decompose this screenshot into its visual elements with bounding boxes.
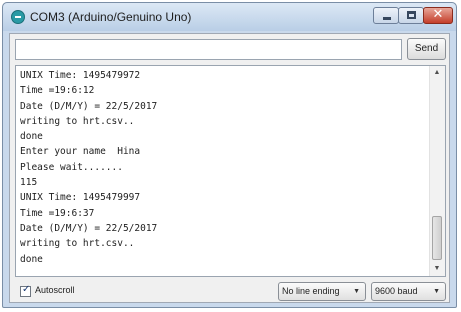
title-bar[interactable]: COM3 (Arduino/Genuino Uno) ✕ [3, 3, 456, 31]
arduino-icon [11, 10, 25, 24]
output-line: Date (D/M/Y) = 22/5/2017 [20, 222, 158, 234]
send-input[interactable] [15, 39, 402, 60]
output-line: Enter your name Hina [20, 146, 141, 158]
scroll-down-icon[interactable]: ▼ [430, 262, 444, 276]
output-lines: UNIX Time: 1495479972 Time =19:6:12 Date (… [20, 68, 157, 267]
maximize-icon [407, 11, 416, 19]
output-line: UNIX Time: 1495479997 [20, 192, 141, 204]
line-ending-value: No line ending [282, 286, 340, 296]
output-line: done [20, 131, 43, 143]
serial-output[interactable]: UNIX Time: 1495479972 Time =19:6:12 Date (… [15, 65, 446, 277]
chevron-down-icon: ▼ [353, 288, 360, 295]
output-line: Date (D/M/Y) = 22/5/2017 [20, 100, 158, 112]
output-line: writing to hrt.csv.. [20, 115, 135, 127]
minimize-button[interactable] [373, 7, 399, 24]
close-button[interactable]: ✕ [423, 7, 453, 24]
output-line: Please wait....... [20, 161, 123, 173]
maximize-button[interactable] [398, 7, 424, 24]
minimize-icon [383, 17, 391, 20]
scroll-up-icon[interactable]: ▲ [430, 66, 444, 80]
checkmark-icon: ✓ [22, 284, 31, 295]
baud-rate-select[interactable]: 9600 baud ▼ [371, 282, 446, 301]
output-line: writing to hrt.csv.. [20, 238, 135, 250]
close-icon: ✕ [432, 7, 444, 22]
output-line: 115 [20, 177, 38, 189]
serial-monitor-window: COM3 (Arduino/Genuino Uno) ✕ Send UNIX T… [2, 2, 457, 308]
output-line: done [20, 253, 43, 265]
autoscroll-label: Autoscroll [35, 285, 75, 295]
chevron-down-icon: ▼ [433, 288, 440, 295]
window-title: COM3 (Arduino/Genuino Uno) [30, 10, 192, 24]
autoscroll-checkbox[interactable]: ✓ [20, 284, 31, 297]
bottom-toolbar: ✓ Autoscroll No line ending ▼ 9600 baud … [10, 281, 449, 303]
scroll-thumb[interactable] [432, 216, 442, 260]
send-button[interactable]: Send [407, 38, 446, 60]
output-line: Time =19:6:37 [20, 207, 95, 219]
vertical-scrollbar[interactable]: ▲ ▼ [429, 66, 445, 276]
line-ending-select[interactable]: No line ending ▼ [278, 282, 366, 301]
output-line: Time =19:6:12 [20, 85, 95, 97]
baud-rate-value: 9600 baud [375, 286, 418, 296]
serial-monitor-body: Send UNIX Time: 1495479972 Time =19:6:12 D… [9, 33, 450, 303]
output-line: UNIX Time: 1495479972 [20, 70, 141, 81]
